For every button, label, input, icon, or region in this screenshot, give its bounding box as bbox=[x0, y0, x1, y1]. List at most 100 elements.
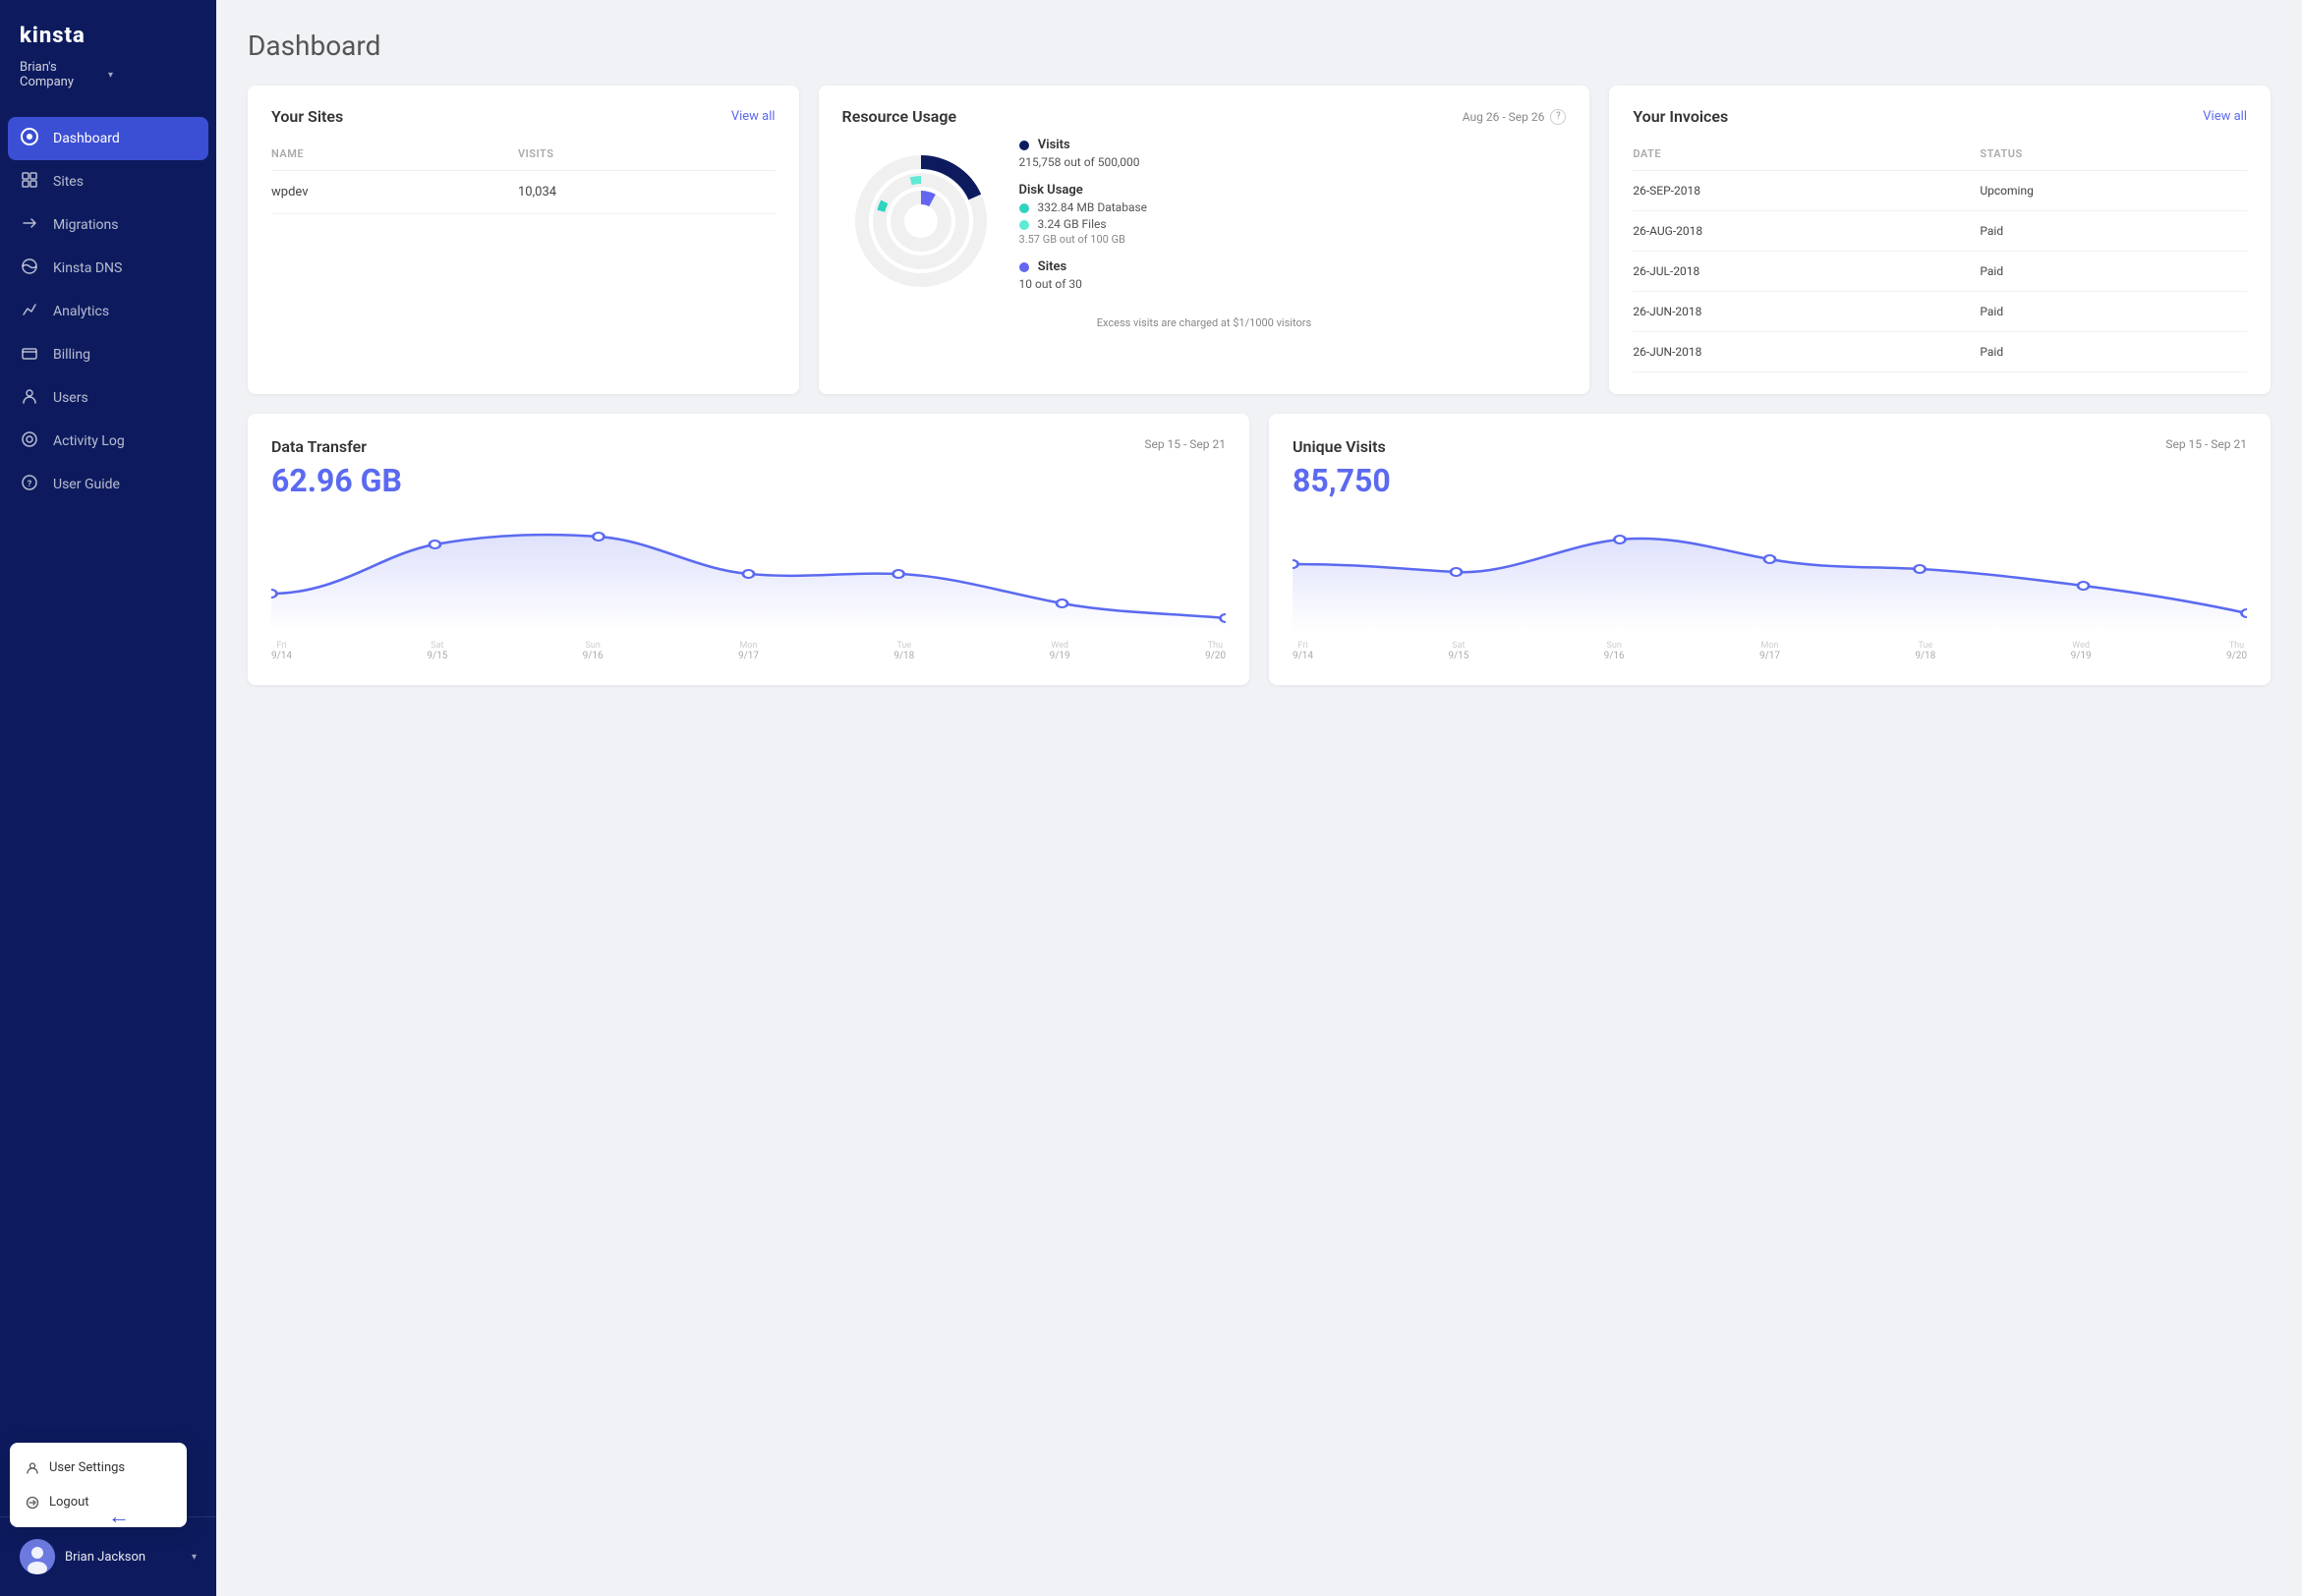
table-row: 26-AUG-2018Paid bbox=[1633, 211, 2247, 252]
company-chevron-icon: ▾ bbox=[108, 70, 197, 81]
logout-label: Logout bbox=[49, 1495, 89, 1510]
your-sites-header: Your Sites View all bbox=[271, 107, 776, 126]
sidebar-item-label: User Guide bbox=[53, 477, 120, 492]
unique-visits-card: Unique Visits Sep 15 - Sep 21 85,750 bbox=[1269, 414, 2271, 685]
company-name: Brian's Company bbox=[20, 60, 108, 89]
disk-total: 3.57 GB out of 100 GB bbox=[1019, 233, 1567, 246]
sidebar-item-label: Activity Log bbox=[53, 433, 125, 449]
resource-legend: Visits 215,758 out of 500,000 Disk Usage… bbox=[1019, 138, 1567, 305]
sidebar-item-analytics[interactable]: Analytics bbox=[0, 290, 216, 333]
your-sites-view-all[interactable]: View all bbox=[731, 109, 776, 124]
invoices-table: DATE STATUS 26-SEP-2018Upcoming26-AUG-20… bbox=[1633, 142, 2247, 372]
user-guide-icon: ? bbox=[20, 474, 39, 495]
data-transfer-card: Data Transfer Sep 15 - Sep 21 62.96 GB bbox=[248, 414, 1249, 685]
sidebar-item-user-guide[interactable]: ? User Guide bbox=[0, 463, 216, 506]
visits-value: 215,758 out of 500,000 bbox=[1019, 155, 1567, 169]
resource-help-icon[interactable]: ? bbox=[1550, 109, 1566, 125]
invoices-title: Your Invoices bbox=[1633, 107, 1728, 126]
main-content: Dashboard Your Sites View all NAME VISIT… bbox=[216, 0, 2302, 1596]
unique-visits-value: 85,750 bbox=[1293, 462, 2247, 499]
kinsta-dns-icon bbox=[20, 257, 39, 279]
your-sites-card: Your Sites View all NAME VISITS wpdev 10… bbox=[248, 86, 799, 394]
sidebar-item-label: Migrations bbox=[53, 217, 119, 233]
invoice-date: 26-JUL-2018 bbox=[1633, 252, 1980, 292]
billing-icon bbox=[20, 344, 39, 366]
top-cards-row: Your Sites View all NAME VISITS wpdev 10… bbox=[248, 86, 2271, 394]
sidebar-item-label: Users bbox=[53, 390, 88, 406]
invoice-status: Paid bbox=[1980, 332, 2247, 372]
invoice-status: Upcoming bbox=[1980, 171, 2247, 211]
table-row: wpdev 10,034 bbox=[271, 171, 776, 214]
table-row: 26-SEP-2018Upcoming bbox=[1633, 171, 2247, 211]
sidebar-item-label: Dashboard bbox=[53, 131, 120, 146]
company-selector[interactable]: Brian's Company ▾ bbox=[0, 56, 216, 109]
donut-chart bbox=[842, 142, 1000, 300]
svg-text:?: ? bbox=[28, 480, 32, 489]
resource-header: Resource Usage Aug 26 - Sep 26 ? bbox=[842, 107, 1567, 126]
site-name: wpdev bbox=[271, 171, 518, 214]
your-sites-title: Your Sites bbox=[271, 107, 343, 126]
user-settings-icon bbox=[26, 1461, 39, 1475]
analytics-icon bbox=[20, 301, 39, 322]
activity-log-icon bbox=[20, 430, 39, 452]
resource-usage-title: Resource Usage bbox=[842, 107, 957, 126]
disk-files-dot bbox=[1019, 220, 1029, 230]
resource-note: Excess visits are charged at $1/1000 vis… bbox=[842, 316, 1567, 329]
unique-visits-date: Sep 15 - Sep 21 bbox=[2165, 437, 2247, 451]
data-transfer-date: Sep 15 - Sep 21 bbox=[1144, 437, 1226, 451]
visits-dot bbox=[1019, 141, 1029, 150]
sidebar-item-label: Billing bbox=[53, 347, 90, 363]
invoice-status: Paid bbox=[1980, 211, 2247, 252]
legend-disk: Disk Usage 332.84 MB Database 3.24 GB Fi… bbox=[1019, 183, 1567, 246]
data-transfer-chart bbox=[271, 515, 1226, 633]
logo: kinsta bbox=[0, 0, 216, 56]
invoice-status: Paid bbox=[1980, 292, 2247, 332]
sidebar-item-label: Sites bbox=[53, 174, 84, 190]
invoice-col-date: DATE bbox=[1633, 142, 1980, 171]
sites-icon bbox=[20, 171, 39, 193]
unique-visits-chart bbox=[1293, 515, 2247, 633]
unique-visits-header: Unique Visits Sep 15 - Sep 21 bbox=[1293, 437, 2247, 456]
unique-visits-title: Unique Visits bbox=[1293, 437, 1386, 456]
invoices-view-all[interactable]: View all bbox=[2203, 109, 2247, 124]
user-profile[interactable]: Brian Jackson ▾ bbox=[0, 1529, 216, 1584]
user-settings-menu-item[interactable]: User Settings bbox=[10, 1451, 187, 1485]
data-transfer-value: 62.96 GB bbox=[271, 462, 1226, 499]
sidebar-item-dashboard[interactable]: Dashboard bbox=[8, 117, 208, 160]
sidebar-item-users[interactable]: Users bbox=[0, 376, 216, 420]
table-row: 26-JUN-2018Paid bbox=[1633, 332, 2247, 372]
sidebar-item-label: Kinsta DNS bbox=[53, 260, 122, 276]
data-transfer-header: Data Transfer Sep 15 - Sep 21 bbox=[271, 437, 1226, 456]
sidebar-item-activity-log[interactable]: Activity Log bbox=[0, 420, 216, 463]
sidebar-item-billing[interactable]: Billing bbox=[0, 333, 216, 376]
avatar bbox=[20, 1539, 55, 1574]
resource-date: Aug 26 - Sep 26 ? bbox=[1463, 109, 1567, 125]
user-settings-label: User Settings bbox=[49, 1460, 125, 1475]
logout-icon bbox=[26, 1496, 39, 1510]
sites-dot bbox=[1019, 262, 1029, 272]
sidebar-item-label: Analytics bbox=[53, 304, 109, 319]
legend-sites: Sites 10 out of 30 bbox=[1019, 259, 1567, 291]
user-menu-popup: User Settings Logout bbox=[10, 1443, 187, 1527]
invoice-date: 26-JUN-2018 bbox=[1633, 292, 1980, 332]
invoice-status: Paid bbox=[1980, 252, 2247, 292]
users-icon bbox=[20, 387, 39, 409]
invoice-col-status: STATUS bbox=[1980, 142, 2247, 171]
logo-text: kinsta bbox=[20, 24, 197, 48]
resource-body: Visits 215,758 out of 500,000 Disk Usage… bbox=[842, 138, 1567, 305]
sidebar-item-kinsta-dns[interactable]: Kinsta DNS bbox=[0, 247, 216, 290]
logout-menu-item[interactable]: Logout bbox=[10, 1485, 187, 1519]
sites-col-name: NAME bbox=[271, 142, 518, 171]
invoices-card: Your Invoices View all DATE STATUS 26-SE… bbox=[1609, 86, 2271, 394]
user-name: Brian Jackson bbox=[65, 1550, 182, 1565]
invoice-date: 26-JUN-2018 bbox=[1633, 332, 1980, 372]
sidebar-bottom: User Settings Logout ← Brian Jackson bbox=[0, 1516, 216, 1596]
data-transfer-labels: Fri9/14 Sat9/15 Sun9/16 Mon9/17 Tue9/18 … bbox=[271, 641, 1226, 661]
unique-visits-labels: Fri9/14 Sat9/15 Sun9/16 Mon9/17 Tue9/18 … bbox=[1293, 641, 2247, 661]
sidebar-item-migrations[interactable]: Migrations bbox=[0, 203, 216, 247]
sites-value: 10 out of 30 bbox=[1019, 277, 1567, 291]
table-row: 26-JUL-2018Paid bbox=[1633, 252, 2247, 292]
invoices-header: Your Invoices View all bbox=[1633, 107, 2247, 126]
sidebar-item-sites[interactable]: Sites bbox=[0, 160, 216, 203]
sidebar: kinsta Brian's Company ▾ Dashboard bbox=[0, 0, 216, 1596]
